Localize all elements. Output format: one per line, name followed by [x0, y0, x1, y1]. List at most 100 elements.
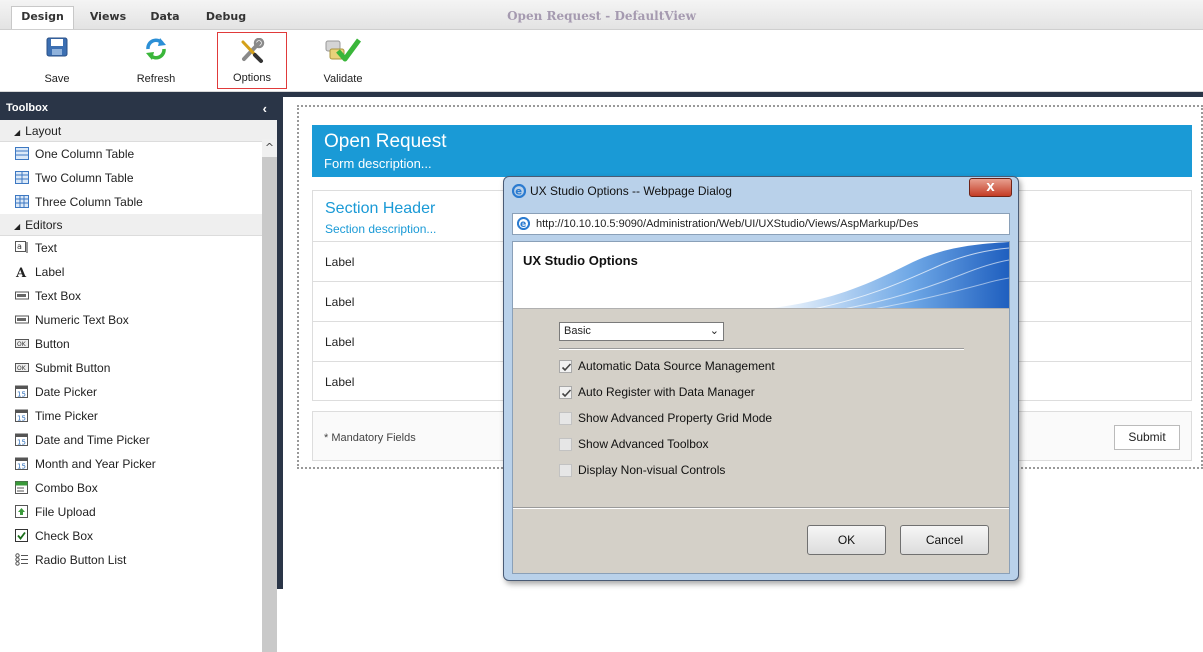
chevron-down-icon: ⌄ [709, 325, 719, 337]
toolbox-item-combo-box[interactable]: Combo Box [0, 476, 277, 500]
item-label: Button [35, 337, 70, 351]
checkbox[interactable] [559, 438, 572, 451]
save-icon [46, 37, 68, 57]
option-label: Automatic Data Source Management [578, 359, 775, 373]
button-ok-icon: OK [15, 363, 29, 372]
toolbox-item-one-column-table[interactable]: One Column Table [0, 142, 277, 166]
toolbox-group-layout[interactable]: ◢ Layout [0, 120, 277, 142]
table-icon [15, 147, 29, 160]
scroll-up-icon[interactable]: ^ [262, 139, 277, 157]
validate-button[interactable]: Validate [318, 32, 368, 89]
divider [559, 348, 964, 350]
checkmark-icon [561, 389, 572, 398]
item-label: Text [35, 241, 58, 255]
svg-text:a: a [17, 242, 22, 251]
toolbox-item-button[interactable]: OK Button [0, 332, 277, 356]
option-label: Auto Register with Data Manager [578, 385, 755, 399]
toolbox-item-check-box[interactable]: Check Box [0, 524, 277, 548]
options-dialog: e UX Studio Options -- Webpage Dialog X … [503, 176, 1019, 581]
validate-check-icon [325, 38, 362, 62]
toolbox-item-numeric-text-box[interactable]: Numeric Text Box [0, 308, 277, 332]
toolbox-item-radio-button-list[interactable]: Radio Button List [0, 548, 277, 572]
item-label: File Upload [35, 505, 96, 519]
checkbox[interactable] [559, 386, 572, 399]
wrench-screwdriver-icon [241, 38, 265, 63]
radio-list-icon [15, 553, 28, 566]
calendar-icon: 15 [15, 457, 28, 470]
ok-button[interactable]: OK [807, 525, 886, 555]
toolbox-item-label[interactable]: A Label [0, 260, 277, 284]
toolbox-item-month-and-year-picker[interactable]: 15 Month and Year Picker [0, 452, 277, 476]
svg-text:15: 15 [17, 439, 26, 447]
toolbox-item-date-and-time-picker[interactable]: 15 Date and Time Picker [0, 428, 277, 452]
item-label: Submit Button [35, 361, 111, 375]
mode-value: Basic [564, 325, 591, 337]
checkbox[interactable] [559, 412, 572, 425]
item-label: Two Column Table [35, 171, 134, 185]
item-label: Numeric Text Box [35, 313, 129, 327]
toolbox-title: Toolbox [6, 102, 48, 114]
calendar-icon: 15 [15, 433, 28, 447]
mode-select[interactable]: Basic ⌄ [559, 322, 724, 341]
text-icon: a [15, 241, 28, 253]
item-label: Check Box [35, 529, 94, 543]
toolbox-item-file-upload[interactable]: File Upload [0, 500, 277, 524]
checkbox-icon [15, 529, 28, 542]
dialog-banner: UX Studio Options [513, 242, 1009, 309]
refresh-icon [146, 38, 166, 60]
item-label: Label [35, 265, 65, 279]
svg-text:e: e [520, 219, 526, 230]
group-label: Editors [25, 218, 63, 232]
refresh-button[interactable]: Refresh [126, 32, 186, 89]
toolbox-item-text[interactable]: a Text [0, 236, 277, 260]
table-icon [15, 195, 29, 208]
svg-text:OK: OK [17, 341, 27, 348]
upload-icon [15, 505, 28, 518]
submit-button[interactable]: Submit [1114, 425, 1180, 450]
collapse-icon[interactable]: ‹ [263, 97, 267, 120]
divider [513, 507, 1009, 509]
toolbox-header: Toolbox ‹ [0, 97, 277, 120]
options-button[interactable]: Options [217, 32, 287, 89]
group-label: Layout [25, 124, 62, 138]
item-label: Month and Year Picker [35, 457, 156, 471]
expand-triangle-icon: ◢ [14, 222, 21, 231]
item-label: Time Picker [35, 409, 98, 423]
validate-label: Validate [323, 73, 363, 85]
checkbox[interactable] [559, 464, 572, 477]
calendar-icon: 15 [15, 385, 28, 399]
form-header[interactable]: Open Request Form description... [312, 125, 1192, 177]
toolbox-item-text-box[interactable]: Text Box [0, 284, 277, 308]
toolbox-item-time-picker[interactable]: 15 Time Picker [0, 404, 277, 428]
item-label: Three Column Table [35, 195, 143, 209]
toolbox-panel: Toolbox ‹ ◢ Layout One Column Table Two C… [0, 97, 283, 652]
dialog-body: UX Studio Options Basic ⌄ Automatic Data… [512, 241, 1010, 574]
cancel-button[interactable]: Cancel [900, 525, 989, 555]
svg-text:A: A [15, 266, 27, 278]
textbox-icon [15, 291, 29, 300]
field-label: Label [325, 255, 355, 269]
close-button[interactable]: X [969, 178, 1012, 197]
toolbox-item-submit-button[interactable]: OK Submit Button [0, 356, 277, 380]
toolbox-item-two-column-table[interactable]: Two Column Table [0, 166, 277, 190]
save-button[interactable]: Save [28, 32, 86, 89]
item-label: Date and Time Picker [35, 433, 150, 447]
item-label: One Column Table [35, 147, 135, 161]
svg-text:15: 15 [17, 391, 26, 399]
dialog-caption: UX Studio Options -- Webpage Dialog [530, 184, 732, 198]
toolbox-scrollbar-thumb[interactable] [262, 157, 277, 652]
toolbox-item-three-column-table[interactable]: Three Column Table [0, 190, 277, 214]
expand-triangle-icon: ◢ [14, 128, 21, 137]
button-ok-icon: OK [15, 339, 29, 348]
field-label: Label [325, 375, 355, 389]
field-label: Label [325, 295, 355, 309]
svg-text:OK: OK [17, 365, 27, 372]
refresh-label: Refresh [136, 73, 176, 85]
address-bar: e http://10.10.10.5:9090/Administration/… [512, 213, 1010, 235]
toolbox-group-editors[interactable]: ◢ Editors [0, 214, 277, 236]
checkbox[interactable] [559, 360, 572, 373]
svg-text:15: 15 [17, 415, 26, 423]
toolbox-item-date-picker[interactable]: 15 Date Picker [0, 380, 277, 404]
field-label: Label [325, 335, 355, 349]
item-label: Combo Box [35, 481, 98, 495]
